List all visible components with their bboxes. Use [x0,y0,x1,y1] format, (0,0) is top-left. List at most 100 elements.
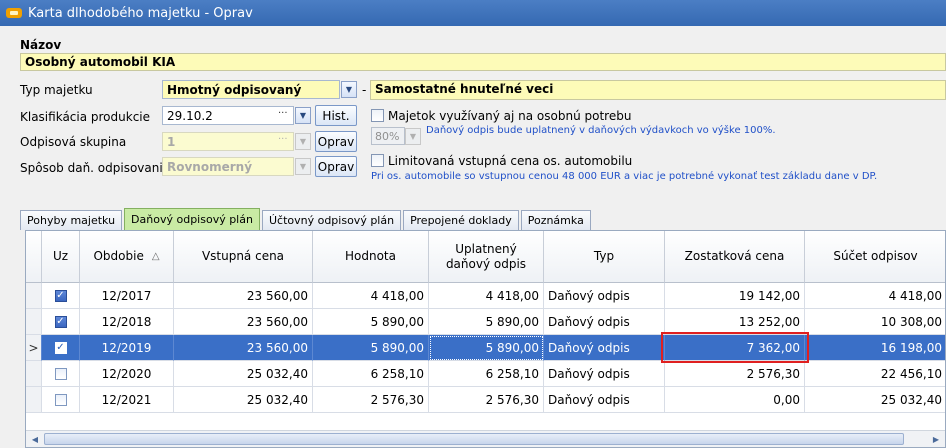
nazov-label: Názov [20,38,62,52]
obdobie-cell: 12/2021 [80,387,174,413]
form-panel: Názov Osobný automobil KIA Typ majetku H… [0,26,946,448]
tab-uctovny-odpisovy-plan[interactable]: Účtovný odpisový plán [261,210,402,230]
scroll-left-icon[interactable]: ◀ [27,432,43,446]
col-header-zostatkova-cena[interactable]: Zostatková cena [665,231,805,283]
row-indicator[interactable] [26,361,42,387]
grid-header: Uz Obdobie △ Vstupná cena Hodnota Uplatn… [26,231,945,283]
osobna-potreba-label: Majetok využívaný aj na osobnú potrebu [388,109,632,123]
klasifikacia-label: Klasifikácia produkcie [20,110,151,124]
hodnota-cell: 6 258,10 [313,361,429,387]
typ-cell: Daňový odpis [544,283,665,309]
tab-prepojene-doklady[interactable]: Prepojené doklady [403,210,519,230]
klasifikacia-dropdown-icon[interactable]: ▼ [295,107,311,124]
col-header-obdobie[interactable]: Obdobie △ [80,231,174,283]
zostatkova-cena-cell: 0,00 [665,387,805,413]
uz-cell[interactable]: ✓ [42,309,80,335]
obdobie-cell: 12/2020 [80,361,174,387]
klasifikacia-ellipsis-icon[interactable]: ··· [278,108,288,119]
vstupna-cena-cell: 23 560,00 [174,309,313,335]
uz-cell[interactable] [42,361,80,387]
typ-select[interactable]: Hmotný odpisovaný [162,80,340,99]
oprav-sposob-button[interactable]: Oprav [315,156,357,177]
row-indicator[interactable] [26,283,42,309]
sucet-odpisov-cell: 22 456,10 [805,361,945,387]
typ-cell: Daňový odpis [544,309,665,335]
uz-cell[interactable] [42,387,80,413]
tab-bar: Pohyby majetku Daňový odpisový plán Účto… [20,208,593,230]
col-header-typ[interactable]: Typ [544,231,665,283]
obdobie-cell: 12/2019 [80,335,174,361]
uz-checkbox-checked[interactable]: ✓ [54,341,67,354]
row-indicator-header [26,231,42,283]
vstupna-cena-cell: 23 560,00 [174,335,313,361]
col-header-sucet-odpisov[interactable]: Súčet odpisov [805,231,945,283]
zostatkova-cena-cell: 2 576,30 [665,361,805,387]
typ-cell: Daňový odpis [544,335,665,361]
hodnota-cell: 5 890,00 [313,309,429,335]
zostatkova-cena-cell: 19 142,00 [665,283,805,309]
uplatneny-odpis-cell-focused[interactable]: 5 890,00 [429,335,544,361]
col-header-uplatneny-odpis[interactable]: Uplatnený daňový odpis [429,231,544,283]
hist-button[interactable]: Hist. [315,105,357,126]
scroll-right-icon[interactable]: ▶ [928,432,944,446]
highlight-annotation [661,332,809,363]
uplatneny-odpis-cell: 5 890,00 [429,309,544,335]
sucet-odpisov-cell: 16 198,00 [805,335,945,361]
sposob-dropdown-icon: ▼ [295,158,311,175]
limitovana-cena-checkbox[interactable] [371,154,384,167]
typ-dropdown-icon[interactable]: ▼ [341,81,357,98]
uplatneny-odpis-cell: 2 576,30 [429,387,544,413]
typ-description: Samostatné hnuteľné veci [370,80,946,100]
tab-pohyby-majetku[interactable]: Pohyby majetku [20,210,123,230]
tab-danovy-odpisovy-plan[interactable]: Daňový odpisový plán [124,208,260,230]
current-row-indicator-icon[interactable]: > [26,335,42,361]
odpisova-skupina-label: Odpisová skupina [20,135,127,149]
window-titlebar[interactable]: Karta dlhodobého majetku - Oprav [0,0,946,26]
obdobie-cell: 12/2017 [80,283,174,309]
typ-cell: Daňový odpis [544,387,665,413]
typ-separator: - [362,83,367,97]
vstupna-cena-cell: 25 032,40 [174,361,313,387]
odpisova-skupina-input: 1 [162,132,294,151]
vstupna-cena-cell: 23 560,00 [174,283,313,309]
oprav-skupina-button[interactable]: Oprav [315,131,357,152]
row-indicator[interactable] [26,309,42,335]
uz-cell[interactable]: ✓ [42,335,80,361]
skupina-dropdown-icon: ▼ [295,133,311,150]
table-row[interactable]: 12/2020 25 032,40 6 258,10 6 258,10 Daňo… [26,361,945,387]
row-indicator[interactable] [26,387,42,413]
limitovana-cena-note: Pri os. automobile so vstupnou cenou 48 … [371,171,878,182]
typ-cell: Daňový odpis [544,361,665,387]
hodnota-cell: 2 576,30 [313,387,429,413]
uz-checkbox-checked[interactable]: ✓ [54,315,67,328]
sort-ascending-icon: △ [151,251,160,262]
tab-poznamka[interactable]: Poznámka [520,210,591,230]
col-header-uz[interactable]: Uz [42,231,80,283]
app-icon [6,8,22,18]
table-row[interactable]: ✓ 12/2017 23 560,00 4 418,00 4 418,00 Da… [26,283,945,309]
table-row[interactable]: 12/2021 25 032,40 2 576,30 2 576,30 Daňo… [26,387,945,413]
uz-checkbox-checked[interactable]: ✓ [54,289,67,302]
obdobie-cell: 12/2018 [80,309,174,335]
sucet-odpisov-cell: 10 308,00 [805,309,945,335]
nazov-input[interactable]: Osobný automobil KIA [20,53,946,71]
sucet-odpisov-cell: 25 032,40 [805,387,945,413]
col-header-vstupna-cena[interactable]: Vstupná cena [174,231,313,283]
limitovana-cena-label: Limitovaná vstupná cena os. automobilu [388,154,633,168]
osobna-potreba-checkbox[interactable] [371,109,384,122]
sposob-label: Spôsob daň. odpisovania [20,161,171,175]
uplatneny-odpis-cell: 6 258,10 [429,361,544,387]
col-header-obdobie-text: Obdobie [93,249,144,263]
uz-checkbox-unchecked[interactable] [54,367,67,380]
scroll-thumb[interactable] [44,433,904,445]
percent-dropdown-icon: ▼ [405,128,421,145]
uplatneny-odpis-cell: 4 418,00 [429,283,544,309]
horizontal-scrollbar[interactable]: ◀ ▶ [26,430,945,447]
vstupna-cena-cell: 25 032,40 [174,387,313,413]
skupina-ellipsis-icon: ··· [278,134,288,145]
uz-checkbox-unchecked[interactable] [54,393,67,406]
hodnota-cell: 5 890,00 [313,335,429,361]
col-header-hodnota[interactable]: Hodnota [313,231,429,283]
klasifikacia-input[interactable]: 29.10.2 [162,106,294,125]
uz-cell[interactable]: ✓ [42,283,80,309]
